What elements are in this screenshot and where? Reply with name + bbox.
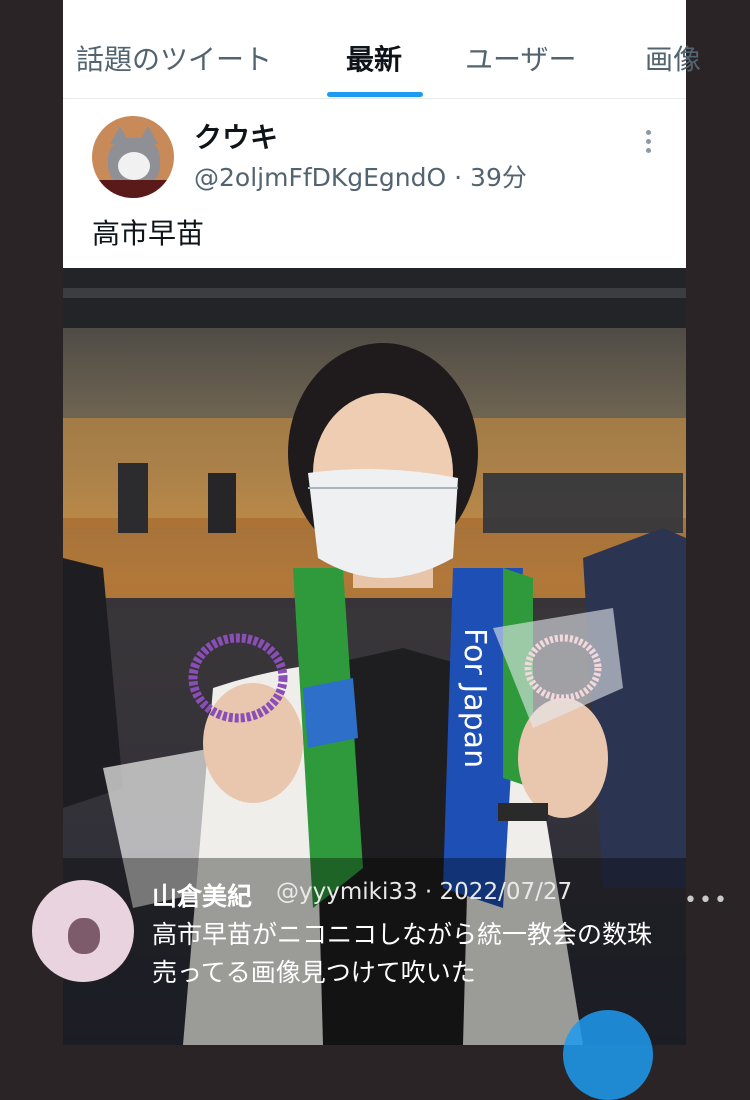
tab-people[interactable]: ユーザー	[465, 38, 576, 78]
avatar[interactable]	[92, 116, 174, 198]
tab-photos[interactable]: 画像	[645, 38, 701, 78]
quoted-author-name[interactable]: 山倉美紀	[152, 877, 252, 913]
more-vertical-icon[interactable]	[645, 130, 653, 154]
quoted-text-line-2: 売ってる画像見つけて吹いた	[152, 958, 476, 987]
quoted-handle-date: @yyymiki33 · 2022/07/27	[276, 879, 573, 905]
timeline-panel: 話題のツイート 最新 ユーザー 画像 クウキ @2oljmFfDKgEgndO …	[63, 0, 701, 268]
author-handle-time: @2oljmFfDKgEgndO · 39分	[194, 163, 527, 192]
search-tabs: 話題のツイート 最新 ユーザー 画像	[63, 0, 701, 99]
author-name[interactable]: クウキ	[194, 116, 278, 156]
tab-latest[interactable]: 最新	[346, 38, 402, 78]
tab-top[interactable]: 話題のツイート	[76, 38, 272, 78]
tweet-text: 高市早苗	[92, 217, 205, 250]
quoted-tweet-text: 高市早苗がニコニコしながら統一教会の数珠 売ってる画像見つけて吹いた	[152, 916, 732, 992]
more-horizontal-icon[interactable]: •••	[684, 888, 729, 913]
compose-fab[interactable]	[563, 1010, 653, 1100]
towel-text: For Japan	[457, 628, 492, 768]
active-tab-indicator	[327, 92, 423, 97]
quoted-avatar[interactable]	[32, 880, 134, 982]
quoted-text-line-1: 高市早苗がニコニコしながら統一教会の数珠	[152, 920, 653, 949]
